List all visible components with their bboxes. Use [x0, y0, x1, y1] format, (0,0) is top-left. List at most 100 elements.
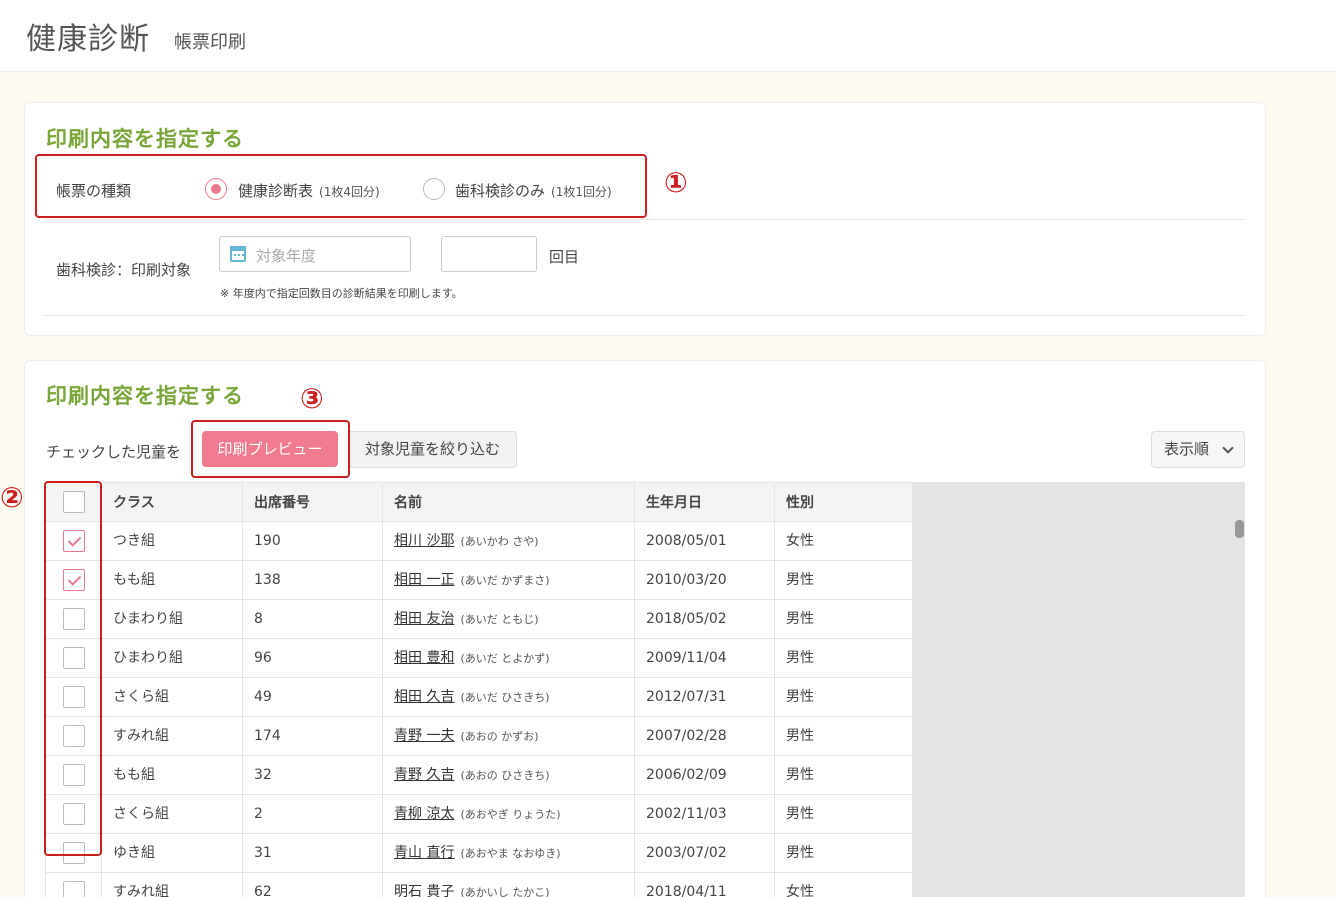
target-year-input[interactable]: 対象年度 [219, 236, 411, 272]
annotation-marker-3: ③ [300, 382, 324, 415]
annotation-box-1 [35, 154, 647, 218]
dental-target-label: 歯科検診：印刷対象 [56, 261, 192, 279]
header-name[interactable]: 名前 [382, 483, 634, 521]
cell-birthdate: 2010/03/20 [634, 561, 774, 599]
cell-attendance-no: 32 [242, 756, 382, 794]
page-subtitle: 帳票印刷 [174, 32, 246, 53]
sort-order-label: 表示順 [1164, 440, 1210, 458]
table-row: さくら組 49 相田 久吉 (あいだ ひさきち) 2012/07/31 男性 [45, 678, 913, 717]
student-name-link[interactable]: 青山 直行 [394, 845, 454, 861]
cell-sex: 女性 [774, 522, 913, 560]
cell-class: ひまわり組 [101, 600, 242, 638]
student-name-kana: (あおの ひさきち) [460, 769, 550, 782]
cell-attendance-no: 62 [242, 873, 382, 897]
target-year-placeholder: 対象年度 [256, 247, 317, 265]
table-header-row: クラス 出席番号 名前 生年月日 性別 [45, 482, 913, 522]
cell-sex: 男性 [774, 639, 913, 677]
student-name-kana: (あいだ かずまさ) [460, 574, 550, 587]
student-name-link[interactable]: 相田 豊和 [394, 650, 454, 666]
table-row: もも組 32 青野 久吉 (あおの ひさきち) 2006/02/09 男性 [45, 756, 913, 795]
section-title-student-list: 印刷内容を指定する [46, 384, 244, 408]
cell-class: さくら組 [101, 678, 242, 716]
cell-name: 青山 直行 (あおやま なおゆき) [382, 834, 634, 872]
cell-name: 相田 一正 (あいだ かずまさ) [382, 561, 634, 599]
student-name-kana: (あおやぎ りょうた) [460, 808, 561, 821]
student-name-link[interactable]: 青野 久吉 [394, 767, 454, 783]
annotation-marker-2: ② [0, 481, 24, 514]
cell-birthdate: 2008/05/01 [634, 522, 774, 560]
cell-sex: 男性 [774, 717, 913, 755]
cell-name: 明石 貴子 (あかいし たかこ) [382, 873, 634, 897]
cell-class: さくら組 [101, 795, 242, 833]
divider [44, 315, 1244, 316]
table-empty-area [913, 482, 1245, 897]
section-title-print-content: 印刷内容を指定する [46, 127, 244, 151]
row-checkbox[interactable] [63, 881, 85, 897]
student-name-link[interactable]: 青野 一夫 [394, 728, 454, 744]
page-header: 健康診断 帳票印刷 [0, 0, 1336, 72]
student-name-link[interactable]: 相田 友治 [394, 611, 454, 627]
header-class[interactable]: クラス [101, 483, 242, 521]
cell-attendance-no: 8 [242, 600, 382, 638]
cell-class: ひまわり組 [101, 639, 242, 677]
checked-students-label: チェックした児童を [46, 443, 182, 461]
cell-birthdate: 2006/02/09 [634, 756, 774, 794]
table-row: すみれ組 174 青野 一夫 (あおの かずお) 2007/02/28 男性 [45, 717, 913, 756]
header-sex[interactable]: 性別 [774, 483, 913, 521]
cell-class: すみれ組 [101, 717, 242, 755]
cell-name: 相田 豊和 (あいだ とよかず) [382, 639, 634, 677]
table-scrollbar[interactable] [1235, 520, 1244, 538]
header-birthdate[interactable]: 生年月日 [634, 483, 774, 521]
cell-class: つき組 [101, 522, 242, 560]
cell-attendance-no: 138 [242, 561, 382, 599]
cell-attendance-no: 174 [242, 717, 382, 755]
cell-sex: 男性 [774, 795, 913, 833]
table-row: つき組 190 相川 沙耶 (あいかわ さや) 2008/05/01 女性 [45, 522, 913, 561]
cell-sex: 男性 [774, 561, 913, 599]
cell-attendance-no: 190 [242, 522, 382, 560]
times-input[interactable] [441, 236, 537, 272]
cell-birthdate: 2018/05/02 [634, 600, 774, 638]
filter-students-button[interactable]: 対象児童を絞り込む [348, 431, 517, 468]
cell-sex: 男性 [774, 834, 913, 872]
cell-birthdate: 2009/11/04 [634, 639, 774, 677]
student-name-link[interactable]: 青柳 涼太 [394, 806, 454, 822]
cell-name: 相田 友治 (あいだ ともじ) [382, 600, 634, 638]
cell-name: 青野 一夫 (あおの かずお) [382, 717, 634, 755]
cell-sex: 男性 [774, 756, 913, 794]
cell-class: もも組 [101, 561, 242, 599]
cell-birthdate: 2012/07/31 [634, 678, 774, 716]
sort-order-dropdown[interactable]: 表示順 [1151, 431, 1245, 468]
cell-attendance-no: 49 [242, 678, 382, 716]
row-select-cell [45, 873, 101, 897]
times-suffix: 回目 [549, 248, 580, 266]
student-name-kana: (あいだ とよかず) [460, 652, 550, 665]
cell-attendance-no: 96 [242, 639, 382, 677]
header-attendance-no[interactable]: 出席番号 [242, 483, 382, 521]
cell-name: 相田 久吉 (あいだ ひさきち) [382, 678, 634, 716]
student-name-link[interactable]: 相田 久吉 [394, 689, 454, 705]
cell-name: 青柳 涼太 (あおやぎ りょうた) [382, 795, 634, 833]
student-name-kana: (あいかわ さや) [460, 535, 539, 548]
student-name-kana: (あおやま なおゆき) [460, 847, 561, 860]
cell-name: 青野 久吉 (あおの ひさきち) [382, 756, 634, 794]
annotation-box-2 [44, 481, 102, 856]
table-row: さくら組 2 青柳 涼太 (あおやぎ りょうた) 2002/11/03 男性 [45, 795, 913, 834]
table-row: ひまわり組 96 相田 豊和 (あいだ とよかず) 2009/11/04 男性 [45, 639, 913, 678]
annotation-box-3 [191, 420, 350, 478]
cell-class: すみれ組 [101, 873, 242, 897]
student-name-link[interactable]: 相川 沙耶 [394, 533, 454, 549]
cell-sex: 男性 [774, 678, 913, 716]
annotation-marker-1: ① [664, 166, 688, 199]
cell-birthdate: 2007/02/28 [634, 717, 774, 755]
calendar-icon [230, 246, 246, 262]
cell-attendance-no: 31 [242, 834, 382, 872]
student-name-kana: (あいだ ひさきち) [460, 691, 550, 704]
student-name-link[interactable]: 明石 貴子 [394, 884, 454, 897]
cell-class: ゆき組 [101, 834, 242, 872]
student-name-kana: (あかいし たかこ) [460, 886, 550, 897]
table-row: ひまわり組 8 相田 友治 (あいだ ともじ) 2018/05/02 男性 [45, 600, 913, 639]
cell-birthdate: 2002/11/03 [634, 795, 774, 833]
student-name-link[interactable]: 相田 一正 [394, 572, 454, 588]
dental-note: ※ 年度内で指定回数目の診断結果を印刷します。 [220, 287, 463, 300]
